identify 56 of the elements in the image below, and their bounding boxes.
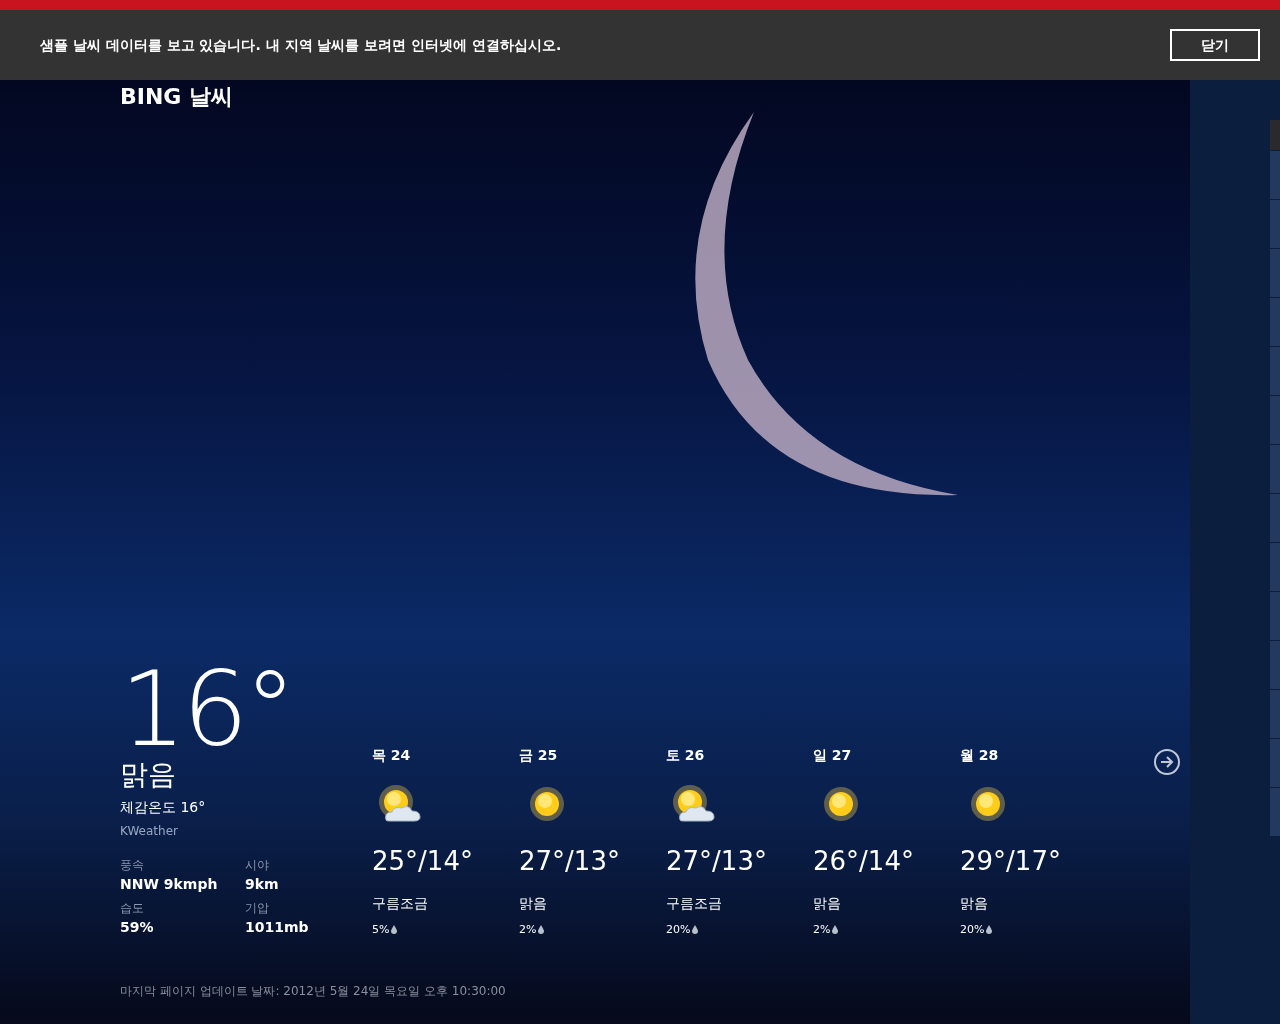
precipitation-text: 2% xyxy=(813,921,831,938)
tile-strip xyxy=(1270,543,1280,591)
tile-strip xyxy=(1270,298,1280,346)
detail-value: 1011mb xyxy=(245,918,309,937)
tile-strip xyxy=(1270,249,1280,297)
precipitation-text: 20% xyxy=(960,921,985,938)
tile-strip xyxy=(1270,347,1280,395)
forecast-condition: 맑음 xyxy=(960,893,988,913)
feels-like-text: 체감온도 16° xyxy=(120,798,206,817)
raindrop-icon xyxy=(538,925,545,935)
detail-value: 59% xyxy=(120,918,154,937)
forecast-condition: 구름조금 xyxy=(666,893,722,913)
detail-value: NNW 9kmph xyxy=(120,875,218,894)
raindrop-icon xyxy=(692,925,699,935)
forecast-condition: 맑음 xyxy=(813,893,841,913)
last-updated-text: 마지막 페이지 업데이트 날짜: 2012년 5월 24일 목요일 오후 10:30:00 xyxy=(120,984,506,998)
current-condition: 맑음 xyxy=(120,757,176,793)
app-title: BING 날씨 xyxy=(120,84,234,109)
forecast-condition: 구름조금 xyxy=(372,893,428,913)
tile-strip xyxy=(1270,690,1280,738)
tile-strip xyxy=(1270,494,1280,542)
forecast-temperature: 25°/14° xyxy=(372,844,473,878)
arrow-icon xyxy=(1160,756,1174,768)
precipitation-text: 20% xyxy=(666,921,691,938)
detail-label: 풍속 xyxy=(120,857,144,874)
forecast-temperature: 29°/17° xyxy=(960,844,1061,878)
forecast-day: 토 26 xyxy=(666,744,705,766)
raindrop-icon xyxy=(986,925,993,935)
provider-text: KWeather xyxy=(120,823,178,840)
tile-strip xyxy=(1270,592,1280,640)
raindrop-icon xyxy=(832,925,839,935)
forecast-day: 일 27 xyxy=(813,744,852,766)
raindrop-icon xyxy=(391,925,398,935)
tile-strip xyxy=(1270,641,1280,689)
detail-label: 습도 xyxy=(120,900,144,917)
tile-strip xyxy=(1270,396,1280,444)
forecast-condition: 맑음 xyxy=(519,893,547,913)
current-temperature: 16° xyxy=(120,661,293,757)
forecast-temperature: 27°/13° xyxy=(519,844,620,878)
tile-strip xyxy=(1270,788,1280,836)
forecast-day: 금 25 xyxy=(519,744,558,766)
close-button[interactable]: 닫기 xyxy=(1170,29,1260,61)
detail-label: 시야 xyxy=(245,857,269,874)
tile-strip xyxy=(1270,445,1280,493)
tile-strip xyxy=(1270,739,1280,787)
forecast-temperature: 27°/13° xyxy=(666,844,767,878)
forecast-day: 월 28 xyxy=(960,744,999,766)
detail-value: 9km xyxy=(245,875,279,894)
banner-message: 샘플 날씨 데이터를 보고 있습니다. 내 지역 날씨를 보려면 인터넷에 연결하십시오. xyxy=(40,35,562,55)
tile-strip xyxy=(1270,200,1280,248)
detail-label: 기압 xyxy=(245,900,269,917)
next-arrow-button[interactable] xyxy=(1154,749,1180,775)
precipitation-text: 2% xyxy=(519,921,537,938)
forecast-temperature: 26°/14° xyxy=(813,844,914,878)
forecast-day: 목 24 xyxy=(372,744,411,766)
precipitation-text: 5% xyxy=(372,921,390,938)
